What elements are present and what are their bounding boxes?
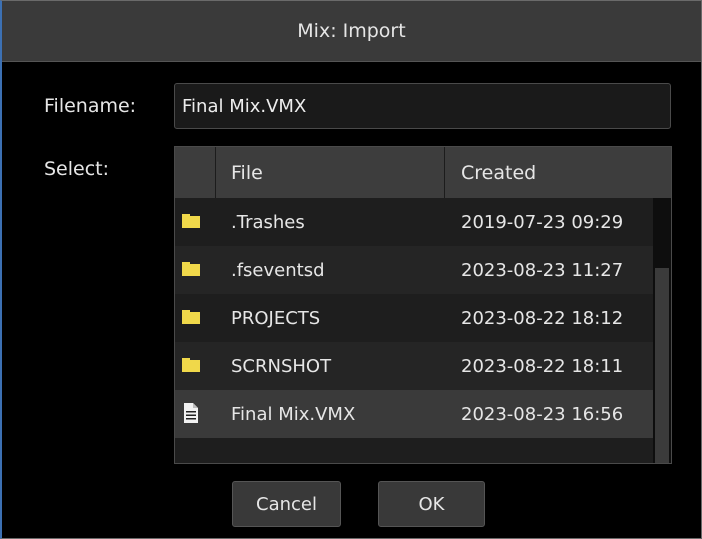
file-name: SCRNSHOT [231,355,332,377]
file-list-header: File Created [175,147,671,198]
created-column-header[interactable]: Created [445,147,671,198]
list-item[interactable]: PROJECTS 2023-08-22 18:12 [175,294,653,342]
file-name: Final Mix.VMX [231,403,356,425]
file-created: 2019-07-23 09:29 [461,211,624,233]
select-label: Select: [44,158,110,180]
vertical-scrollbar[interactable] [653,198,671,463]
file-rows: .Trashes 2019-07-23 09:29 .fseventsd 202… [175,198,653,438]
list-item[interactable]: .fseventsd 2023-08-23 11:27 [175,246,653,294]
file-created: 2023-08-23 16:56 [461,403,624,425]
list-item[interactable]: SCRNSHOT 2023-08-22 18:11 [175,342,653,390]
file-list[interactable]: File Created .Trashes 2019-07-23 09:29 .… [174,146,672,464]
folder-icon [182,214,200,228]
file-created: 2023-08-22 18:11 [461,355,624,377]
list-item[interactable]: .Trashes 2019-07-23 09:29 [175,198,653,246]
cancel-button[interactable]: Cancel [232,481,341,527]
filename-input[interactable] [174,83,671,129]
folder-icon [182,358,200,372]
file-column-header[interactable]: File [216,147,445,198]
file-created: 2023-08-22 18:12 [461,307,624,329]
folder-icon [182,262,200,276]
document-icon [184,403,198,423]
file-created: 2023-08-23 11:27 [461,259,624,281]
import-dialog: Mix: Import Filename: Select: File Creat… [0,0,702,539]
filename-label: Filename: [44,95,137,117]
file-name: .fseventsd [231,259,325,281]
folder-icon [182,310,200,324]
scrollbar-thumb[interactable] [655,268,669,463]
dialog-title: Mix: Import [2,1,701,62]
file-name: .Trashes [231,211,305,233]
list-item-selected[interactable]: Final Mix.VMX 2023-08-23 16:56 [175,390,653,438]
file-name: PROJECTS [231,307,321,329]
ok-button[interactable]: OK [378,481,485,527]
icon-column-header[interactable] [175,147,216,198]
